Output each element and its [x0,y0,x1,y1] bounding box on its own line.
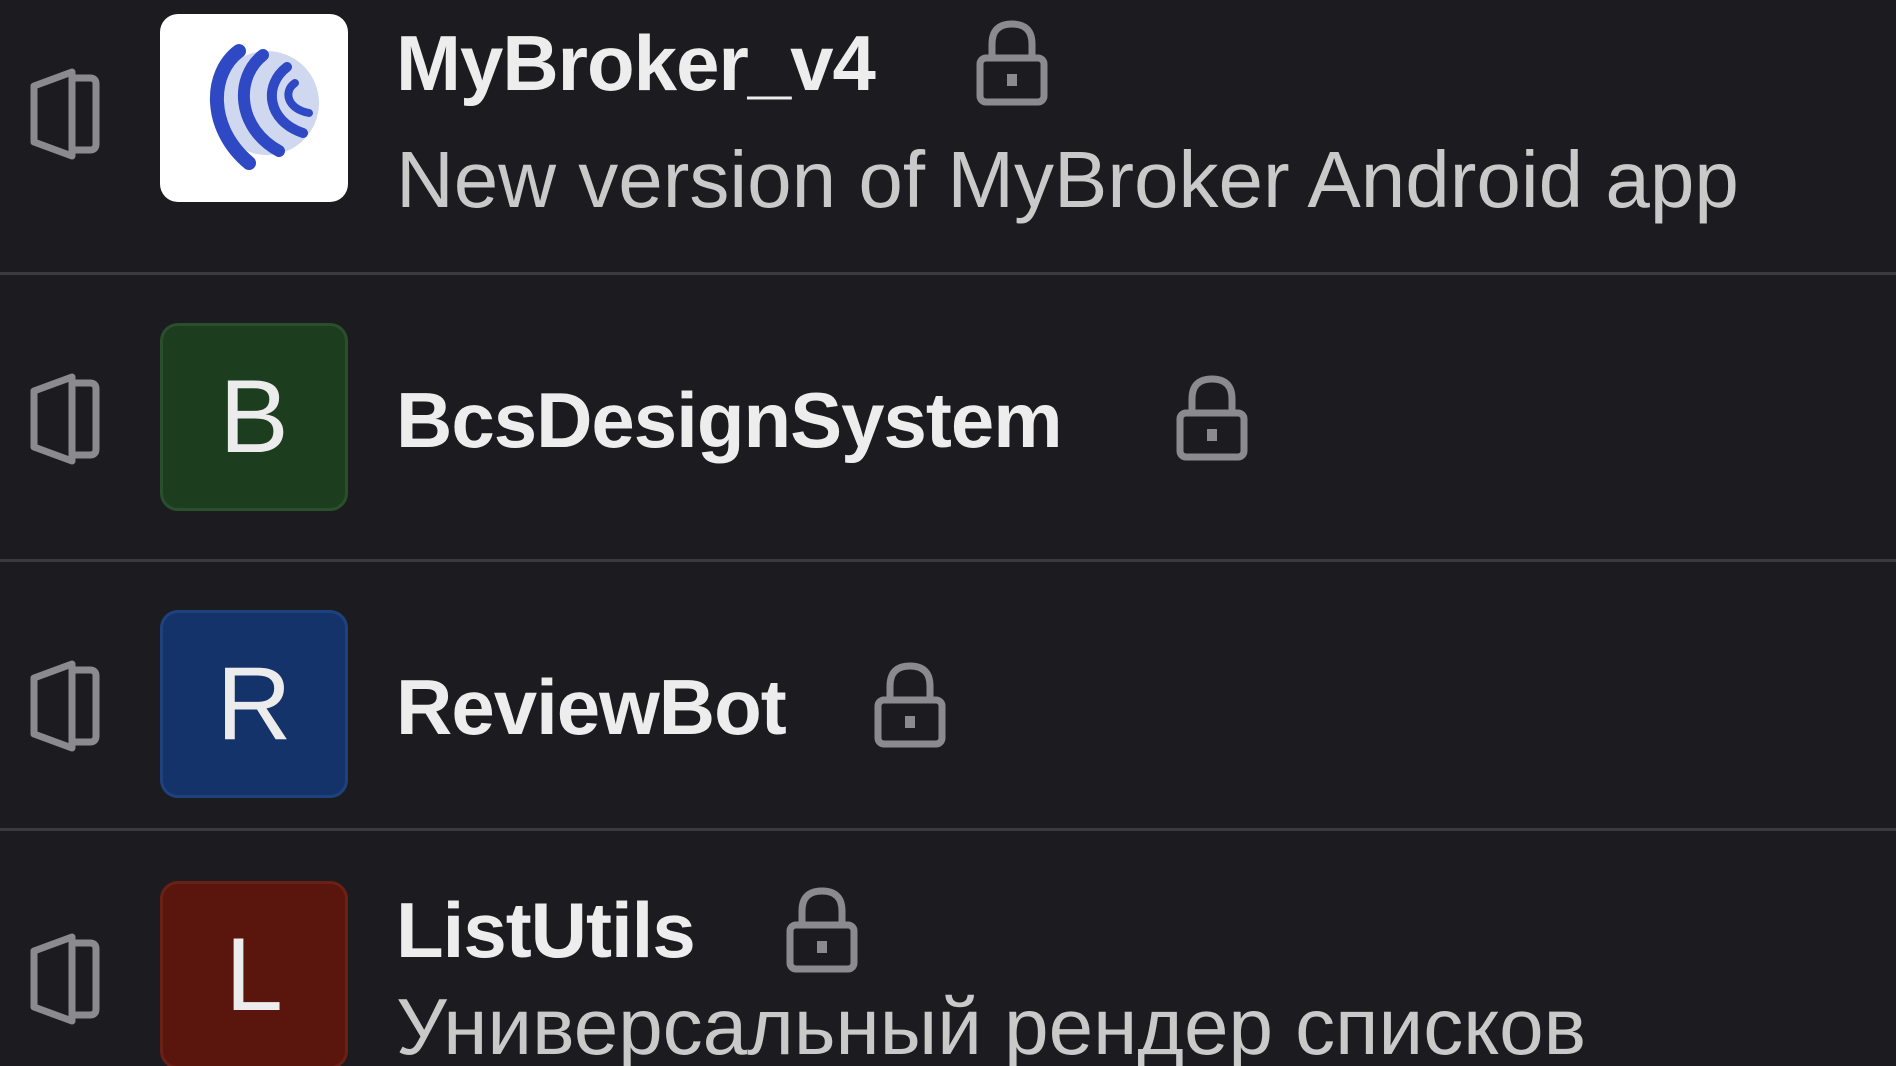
repo-name[interactable]: ListUtils [396,891,696,969]
avatar[interactable] [160,14,348,202]
repo-name[interactable]: MyBroker_v4 [396,24,876,102]
list-item[interactable]: R ReviewBot [0,562,1896,828]
avatar[interactable]: R [160,610,348,798]
book-icon [30,660,100,752]
avatar[interactable]: L [160,881,348,1066]
book-icon [30,933,100,1025]
lock-icon [976,20,1048,106]
book-icon [30,373,100,465]
avatar-letter: B [219,359,289,475]
list-item[interactable]: MyBroker_v4 New version of MyBroker Andr… [0,0,1896,272]
globe-logo-icon [209,44,319,170]
avatar-letter: R [216,646,292,762]
repo-name[interactable]: ReviewBot [396,668,787,746]
repo-name[interactable]: BcsDesignSystem [396,381,1063,459]
repo-description: New version of MyBroker Android app [396,135,1739,224]
lock-icon [786,887,858,973]
lock-icon [1176,375,1248,461]
book-icon [30,68,100,160]
list-item[interactable]: L ListUtils Универсальный рендер списков [0,831,1896,1066]
list-item[interactable]: B BcsDesignSystem [0,275,1896,559]
repository-list: MyBroker_v4 New version of MyBroker Andr… [0,0,1896,1066]
avatar[interactable]: B [160,323,348,511]
lock-icon [874,662,946,748]
avatar-letter: L [225,917,283,1033]
repo-description: Универсальный рендер списков [396,982,1587,1066]
